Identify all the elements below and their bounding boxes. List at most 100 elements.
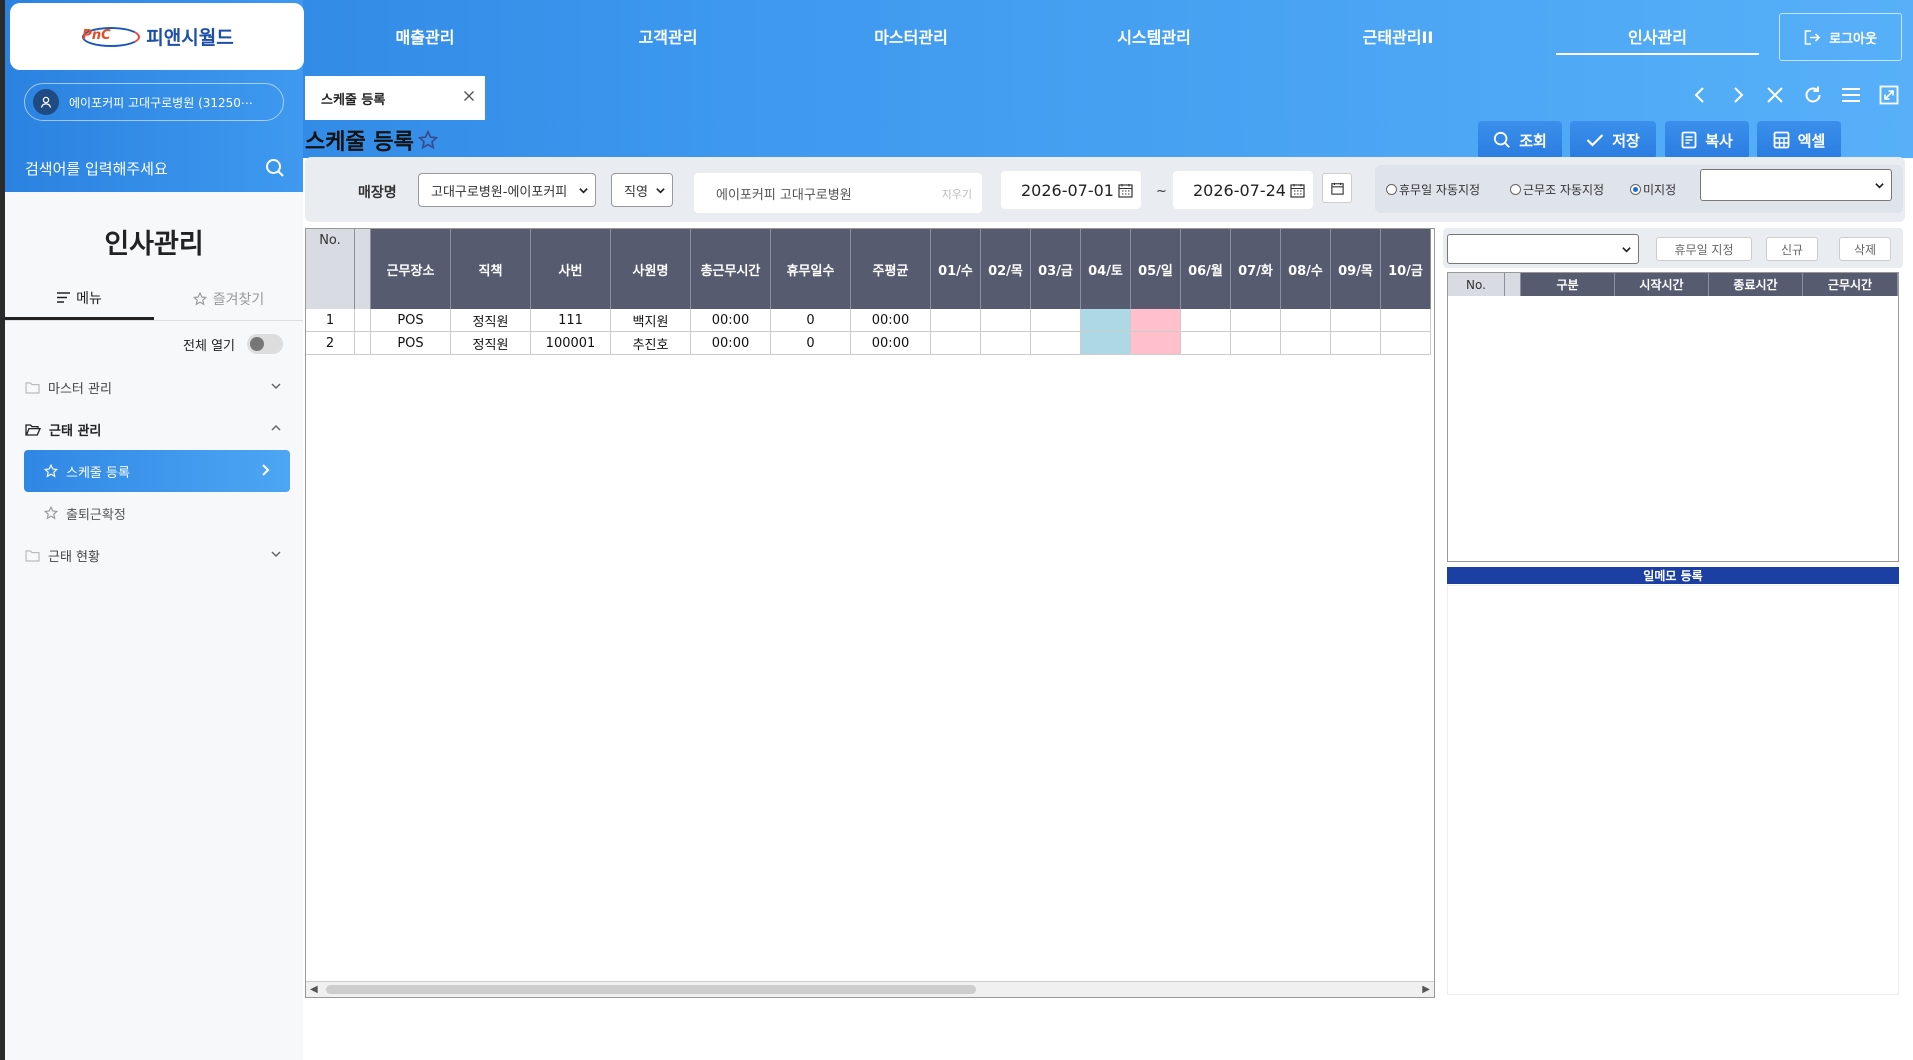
table-cell[interactable]: 2 — [306, 332, 355, 355]
calendar-icon[interactable] — [1290, 183, 1305, 198]
user-store-chip[interactable]: 에이포커피 고대구로병원 (31250⋯ — [24, 83, 284, 121]
table-cell[interactable] — [1081, 309, 1131, 332]
col-day-8[interactable]: 08/수 — [1281, 229, 1331, 309]
new-button[interactable]: 신규 — [1766, 237, 1818, 261]
nav-attendance2[interactable]: 근태관리II — [1328, 0, 1468, 72]
search-icon[interactable] — [265, 158, 285, 182]
table-cell[interactable]: 0 — [771, 309, 851, 332]
save-button[interactable]: 저장 — [1570, 121, 1656, 159]
table-cell[interactable] — [1281, 332, 1331, 355]
col-day-1[interactable]: 01/수 — [931, 229, 981, 309]
col-position[interactable]: 직책 — [451, 229, 531, 309]
delete-button[interactable]: 삭제 — [1839, 237, 1891, 261]
col-day-4[interactable]: 04/토 — [1081, 229, 1131, 309]
expand-all-toggle[interactable] — [247, 334, 283, 354]
fullscreen-icon[interactable] — [1876, 82, 1902, 108]
col-end[interactable]: 종료시간 — [1709, 273, 1803, 296]
table-cell[interactable]: 00:00 — [851, 309, 931, 332]
table-cell[interactable] — [1081, 332, 1131, 355]
col-day-9[interactable]: 09/목 — [1331, 229, 1381, 309]
nav-sales[interactable]: 매출관리 — [355, 0, 495, 72]
sidebar-item-attendance[interactable]: 근태 관리 — [25, 408, 290, 450]
memo-textarea[interactable] — [1447, 585, 1899, 995]
sidebar-item-master[interactable]: 마스터 관리 — [25, 366, 290, 408]
copy-button[interactable]: 복사 — [1665, 121, 1749, 159]
table-cell[interactable] — [1131, 332, 1181, 355]
col-select[interactable] — [355, 229, 371, 309]
sidebar-item-attendance-confirm[interactable]: 출퇴근확정 — [24, 492, 290, 534]
logout-button[interactable]: 로그아웃 — [1779, 13, 1902, 61]
table-cell[interactable]: 1 — [306, 309, 355, 332]
favorite-star-icon[interactable] — [417, 130, 438, 150]
tab-schedule[interactable]: 스케줄 등록 — [305, 76, 485, 120]
table-cell[interactable]: 00:00 — [691, 309, 771, 332]
table-cell[interactable]: 정직원 — [451, 332, 531, 355]
col-name[interactable]: 사원명 — [611, 229, 691, 309]
col-off-days[interactable]: 휴무일수 — [771, 229, 851, 309]
table-cell[interactable]: 111 — [531, 309, 611, 332]
col-day-7[interactable]: 07/화 — [1231, 229, 1281, 309]
scroll-thumb[interactable] — [326, 985, 976, 994]
table-cell[interactable] — [1381, 332, 1431, 355]
col-weekly-avg[interactable]: 주평균 — [851, 229, 931, 309]
table-cell[interactable] — [1031, 309, 1081, 332]
table-cell[interactable] — [1331, 309, 1381, 332]
next-tab-icon[interactable] — [1725, 82, 1751, 108]
table-cell[interactable] — [1331, 332, 1381, 355]
table-cell[interactable] — [1181, 309, 1231, 332]
col-type[interactable]: 구분 — [1521, 273, 1615, 296]
table-cell[interactable] — [1131, 309, 1181, 332]
search-button[interactable]: 조회 — [1478, 121, 1562, 159]
nav-customers[interactable]: 고객관리 — [598, 0, 738, 72]
scroll-left-icon[interactable]: ◀ — [310, 984, 318, 995]
table-cell[interactable] — [1231, 309, 1281, 332]
table-cell[interactable] — [931, 332, 981, 355]
table-cell[interactable]: 추진호 — [611, 332, 691, 355]
table-cell[interactable] — [981, 332, 1031, 355]
prev-tab-icon[interactable] — [1687, 82, 1713, 108]
store-name-field[interactable]: 에이포커피 고대구로병원 지우기 — [694, 173, 982, 213]
close-all-icon[interactable] — [1762, 82, 1788, 108]
date-from-field[interactable]: 2026-07-01 — [1001, 171, 1141, 209]
col-place[interactable]: 근무장소 — [371, 229, 451, 309]
col-no[interactable]: No. — [1448, 273, 1505, 296]
radio-shift-auto[interactable]: 근무조 자동지정 — [1510, 181, 1604, 198]
date-to-field[interactable]: 2026-07-24 — [1173, 171, 1313, 209]
calendar-icon[interactable] — [1118, 183, 1133, 198]
holiday-assign-button[interactable]: 휴무일 지정 — [1656, 237, 1752, 261]
col-day-2[interactable]: 02/목 — [981, 229, 1031, 309]
tab-favorites[interactable]: 즐겨찾기 — [154, 278, 303, 320]
table-cell[interactable] — [981, 309, 1031, 332]
col-emp-no[interactable]: 사번 — [531, 229, 611, 309]
scroll-right-icon[interactable]: ▶ — [1422, 984, 1430, 995]
detail-select[interactable] — [1447, 234, 1639, 264]
table-cell[interactable] — [1231, 332, 1281, 355]
sidebar-item-schedule[interactable]: 스케줄 등록 — [24, 450, 290, 492]
search-box[interactable]: 검색어를 입력해주세요 — [5, 144, 303, 192]
refresh-icon[interactable] — [1800, 82, 1826, 108]
table-cell[interactable]: 00:00 — [851, 332, 931, 355]
menu-icon[interactable] — [1838, 82, 1864, 108]
table-cell[interactable]: POS — [371, 309, 451, 332]
brand-logo[interactable]: PnC 피앤시월드 — [10, 3, 304, 70]
table-cell[interactable] — [355, 332, 371, 355]
store-select[interactable]: 고대구로병원-에이포커피 — [418, 173, 596, 207]
radio-unassigned[interactable]: 미지정 — [1630, 181, 1676, 198]
col-hours[interactable]: 근무시간 — [1803, 273, 1898, 296]
table-cell[interactable]: POS — [371, 332, 451, 355]
table-cell[interactable]: 00:00 — [691, 332, 771, 355]
col-day-5[interactable]: 05/일 — [1131, 229, 1181, 309]
nav-system[interactable]: 시스템관리 — [1084, 0, 1224, 72]
shift-select[interactable] — [1700, 169, 1892, 201]
radio-holiday-auto[interactable]: 휴무일 자동지정 — [1386, 181, 1480, 198]
col-start[interactable]: 시작시간 — [1615, 273, 1709, 296]
calendar-button[interactable] — [1322, 173, 1352, 203]
excel-button[interactable]: 엑셀 — [1757, 121, 1841, 159]
table-cell[interactable]: 백지원 — [611, 309, 691, 332]
table-cell[interactable] — [1181, 332, 1231, 355]
tab-menu[interactable]: 메뉴 — [5, 278, 154, 320]
table-cell[interactable]: 100001 — [531, 332, 611, 355]
col-day-10[interactable]: 10/금 — [1381, 229, 1431, 309]
store-type-select[interactable]: 직영 — [611, 173, 673, 207]
col-no[interactable]: No. — [306, 229, 355, 309]
